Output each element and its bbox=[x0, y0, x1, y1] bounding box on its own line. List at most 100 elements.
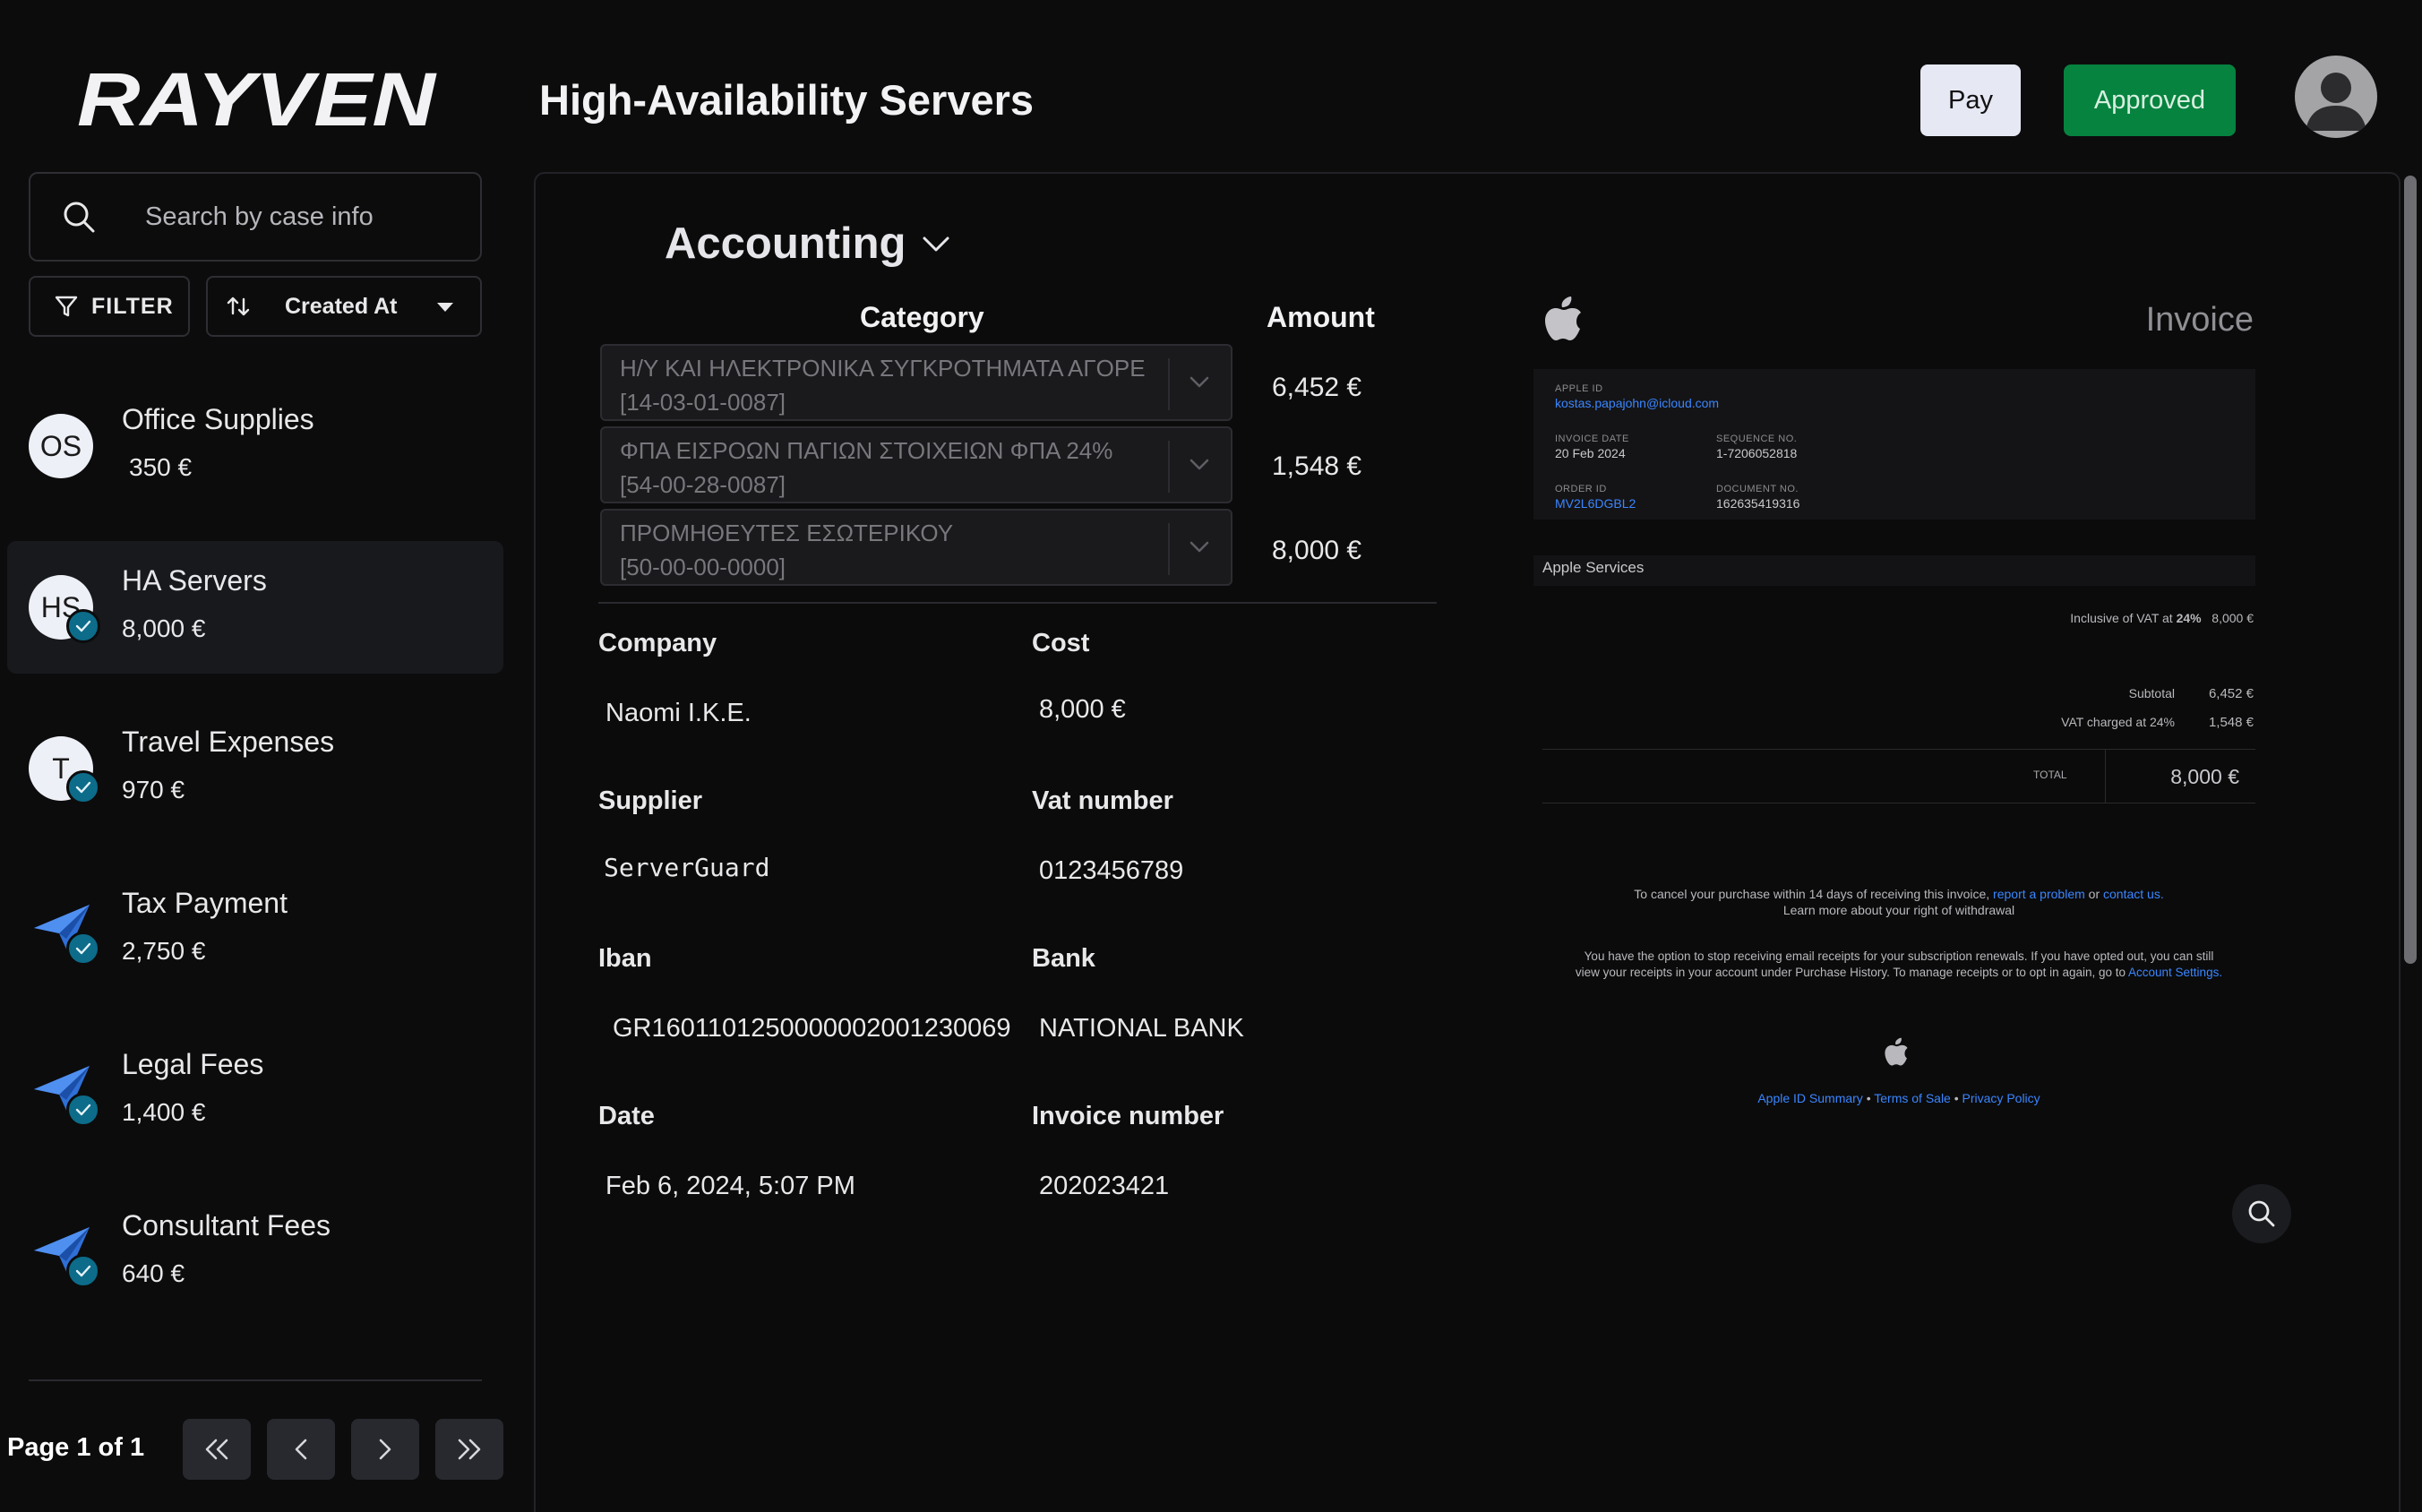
case-amount: 8,000 € bbox=[122, 614, 206, 642]
case-item-consultant-fees[interactable]: Consultant Fees 640 € bbox=[7, 1186, 503, 1319]
sidebar: RAYVEN FILTER Created At OS Office Suppl… bbox=[0, 0, 520, 1512]
document-value: 162635419316 bbox=[1716, 496, 1800, 511]
vat-charged-value: 1,548 € bbox=[2208, 715, 2254, 730]
footer-separator: • bbox=[1950, 1091, 1963, 1105]
supplier-label: Supplier bbox=[598, 786, 703, 815]
check-badge-icon bbox=[66, 932, 100, 966]
amount-column-header: Amount bbox=[1267, 301, 1375, 333]
document-label: DOCUMENT NO. bbox=[1716, 484, 1799, 494]
chevron-down-icon bbox=[1190, 376, 1209, 388]
receipts-text-2-body: view your receipts in your account under… bbox=[1575, 966, 2129, 979]
report-problem-link[interactable]: report a problem bbox=[1993, 887, 2085, 901]
invoice-date-label: INVOICE DATE bbox=[1555, 434, 1629, 444]
case-name: Travel Expenses bbox=[122, 726, 335, 758]
chevron-down-icon[interactable] bbox=[921, 235, 951, 254]
search-input[interactable] bbox=[145, 192, 468, 242]
date-label: Date bbox=[598, 1102, 655, 1130]
zoom-invoice-button[interactable] bbox=[2232, 1184, 2291, 1243]
footer-separator: • bbox=[1862, 1091, 1875, 1105]
sequence-label: SEQUENCE NO. bbox=[1716, 434, 1798, 444]
case-item-travel-expenses[interactable]: T Travel Expenses 970 € bbox=[7, 702, 503, 835]
account-settings-link[interactable]: Account Settings. bbox=[2128, 966, 2222, 979]
select-separator bbox=[1168, 358, 1170, 410]
panel-scrollbar[interactable] bbox=[2404, 176, 2417, 964]
apple-logo-icon bbox=[1885, 1037, 1908, 1066]
vat-inclusive-rate: 24% bbox=[2176, 611, 2202, 625]
total-value: 8,000 € bbox=[2170, 765, 2239, 788]
category-select[interactable]: Η/Υ ΚΑΙ ΗΛΕΚΤΡΟΝΙΚΑ ΣΥΓΚΡΟΤΗΜΑΤΑ ΑΓΟΡΕ [… bbox=[600, 344, 1232, 421]
case-avatar: OS bbox=[29, 414, 93, 478]
sort-arrows-icon bbox=[227, 296, 250, 316]
iban-value: GR1601101250000002001230069 bbox=[613, 1014, 1011, 1043]
vat-number-label: Vat number bbox=[1032, 786, 1173, 815]
first-page-button[interactable] bbox=[183, 1419, 251, 1480]
order-id-label: ORDER ID bbox=[1555, 484, 1607, 494]
page-indicator: Page 1 of 1 bbox=[7, 1433, 145, 1462]
total-top-rule bbox=[1542, 749, 2255, 750]
receipts-text-1: You have the option to stop receiving em… bbox=[1584, 949, 2214, 963]
category-amount: 6,452 € bbox=[1272, 373, 1362, 402]
case-amount: 970 € bbox=[122, 776, 185, 803]
case-amount: 1,400 € bbox=[122, 1098, 206, 1126]
case-name: HA Servers bbox=[122, 564, 267, 597]
vat-inclusive-prefix: Inclusive of VAT at bbox=[2070, 611, 2177, 625]
filter-button[interactable]: FILTER bbox=[29, 276, 190, 337]
sort-label: Created At bbox=[285, 293, 398, 319]
apple-id-summary-link[interactable]: Apple ID Summary bbox=[1757, 1091, 1862, 1105]
caret-down-icon bbox=[437, 303, 453, 312]
page-title: High-Availability Servers bbox=[539, 76, 1035, 124]
search-box[interactable] bbox=[29, 172, 482, 262]
check-badge-icon bbox=[66, 770, 100, 804]
case-item-tax-payment[interactable]: Tax Payment 2,750 € bbox=[7, 863, 503, 996]
services-label: Apple Services bbox=[1542, 559, 1645, 576]
double-chevron-right-icon bbox=[458, 1439, 481, 1460]
invoice-preview[interactable]: Invoice APPLE ID kostas.papajohn@icloud.… bbox=[1532, 287, 2266, 1200]
category-select[interactable]: ΠΡΟΜΗΘΕΥΤΕΣ ΕΣΩΤΕΡΙΚΟΥ [50-00-00-0000] bbox=[600, 509, 1232, 586]
order-id-value[interactable]: MV2L6DGBL2 bbox=[1555, 496, 1636, 511]
date-value: Feb 6, 2024, 5:07 PM bbox=[606, 1172, 855, 1200]
total-label: TOTAL bbox=[2033, 769, 2067, 781]
iban-label: Iban bbox=[598, 944, 652, 973]
contact-us-link[interactable]: contact us. bbox=[2103, 887, 2164, 901]
terms-of-sale-link[interactable]: Terms of Sale bbox=[1874, 1091, 1951, 1105]
case-name: Legal Fees bbox=[122, 1048, 264, 1080]
company-label: Company bbox=[598, 629, 717, 657]
user-avatar-icon[interactable] bbox=[2295, 56, 2377, 138]
filter-label: FILTER bbox=[91, 293, 174, 319]
invoice-number-label: Invoice number bbox=[1032, 1102, 1224, 1130]
check-badge-icon bbox=[66, 609, 100, 643]
approved-button[interactable]: Approved bbox=[2064, 64, 2236, 136]
company-value: Naomi I.K.E. bbox=[606, 699, 752, 727]
case-item-office-supplies[interactable]: OS Office Supplies 350 € bbox=[7, 380, 503, 512]
apple-logo-icon bbox=[1545, 296, 1581, 340]
category-select[interactable]: ΦΠΑ ΕΙΣΡΟΩΝ ΠΑΓΙΩΝ ΣΤΟΙΧΕΙΩΝ ΦΠΑ 24% [54… bbox=[600, 426, 1232, 503]
category-name: ΠΡΟΜΗΘΕΥΤΕΣ ΕΣΩΤΕΡΙΚΟΥ bbox=[620, 520, 954, 546]
check-badge-icon bbox=[66, 1254, 100, 1288]
last-page-button[interactable] bbox=[435, 1419, 503, 1480]
bank-value: NATIONAL BANK bbox=[1039, 1014, 1244, 1043]
select-separator bbox=[1168, 523, 1170, 575]
filter-icon bbox=[55, 296, 78, 317]
double-chevron-left-icon bbox=[205, 1439, 228, 1460]
privacy-policy-link[interactable]: Privacy Policy bbox=[1963, 1091, 2040, 1105]
sort-dropdown[interactable]: Created At bbox=[206, 276, 482, 337]
chevron-left-icon bbox=[295, 1439, 307, 1460]
category-amount: 1,548 € bbox=[1272, 451, 1362, 481]
cancel-notice: To cancel your purchase within 14 days o… bbox=[1532, 887, 2266, 901]
category-column-header: Category bbox=[860, 301, 984, 333]
pay-button[interactable]: Pay bbox=[1920, 64, 2021, 136]
case-amount: 350 € bbox=[129, 453, 193, 481]
vat-inclusive-amount: 8,000 € bbox=[2212, 611, 2254, 625]
case-name: Tax Payment bbox=[122, 887, 288, 919]
case-item-legal-fees[interactable]: Legal Fees 1,400 € bbox=[7, 1025, 503, 1157]
previous-page-button[interactable] bbox=[267, 1419, 335, 1480]
withdrawal-link[interactable]: Learn more about your right of withdrawa… bbox=[1532, 903, 2266, 917]
invoice-number-value: 202023421 bbox=[1039, 1172, 1170, 1200]
chevron-right-icon bbox=[379, 1439, 391, 1460]
case-item-ha-servers[interactable]: HS HA Servers 8,000 € bbox=[7, 541, 503, 674]
case-amount: 2,750 € bbox=[122, 937, 206, 965]
next-page-button[interactable] bbox=[351, 1419, 419, 1480]
apple-id-value[interactable]: kostas.papajohn@icloud.com bbox=[1555, 396, 1719, 410]
rayven-logo: RAYVEN bbox=[77, 57, 438, 138]
cost-value: 8,000 € bbox=[1039, 695, 1126, 724]
